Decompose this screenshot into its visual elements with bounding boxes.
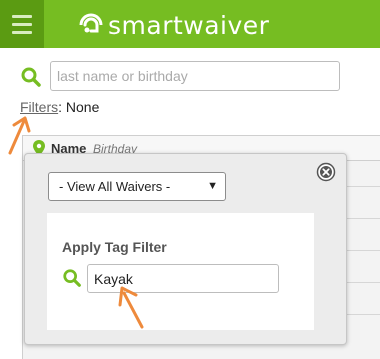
table-row-divider: [347, 314, 380, 315]
table-row-divider: [347, 218, 380, 219]
top-bar: smartwaiver: [0, 0, 380, 48]
smartwaiver-logo-icon: [79, 13, 103, 33]
menu-bar: [12, 30, 32, 34]
search-row: [20, 61, 340, 93]
tag-filter-panel: Apply Tag Filter: [47, 213, 314, 330]
filters-value: None: [65, 99, 100, 115]
menu-bar: [12, 14, 32, 18]
waiver-select[interactable]: - View All Waivers - ▼: [48, 172, 226, 201]
waiver-select-value: - View All Waivers -: [59, 179, 171, 194]
close-icon[interactable]: [316, 162, 336, 182]
menu-bar: [12, 22, 32, 26]
search-input[interactable]: [50, 61, 340, 91]
search-icon: [63, 269, 81, 287]
table-row-divider: [347, 282, 380, 283]
hamburger-menu-icon[interactable]: [0, 0, 44, 48]
brand-name: smartwaiver: [108, 10, 270, 40]
pointer-arrow-tag-input: [118, 286, 144, 329]
tag-filter-title: Apply Tag Filter: [62, 239, 167, 255]
brand-logo[interactable]: smartwaiver: [78, 10, 269, 40]
table-row-divider: [347, 186, 380, 187]
table-row-divider: [347, 250, 380, 251]
search-icon: [21, 67, 41, 87]
filters-separator: :: [58, 99, 63, 115]
filter-popup: - View All Waivers - ▼ Apply Tag Filter: [24, 153, 347, 345]
chevron-down-icon: ▼: [207, 180, 218, 192]
